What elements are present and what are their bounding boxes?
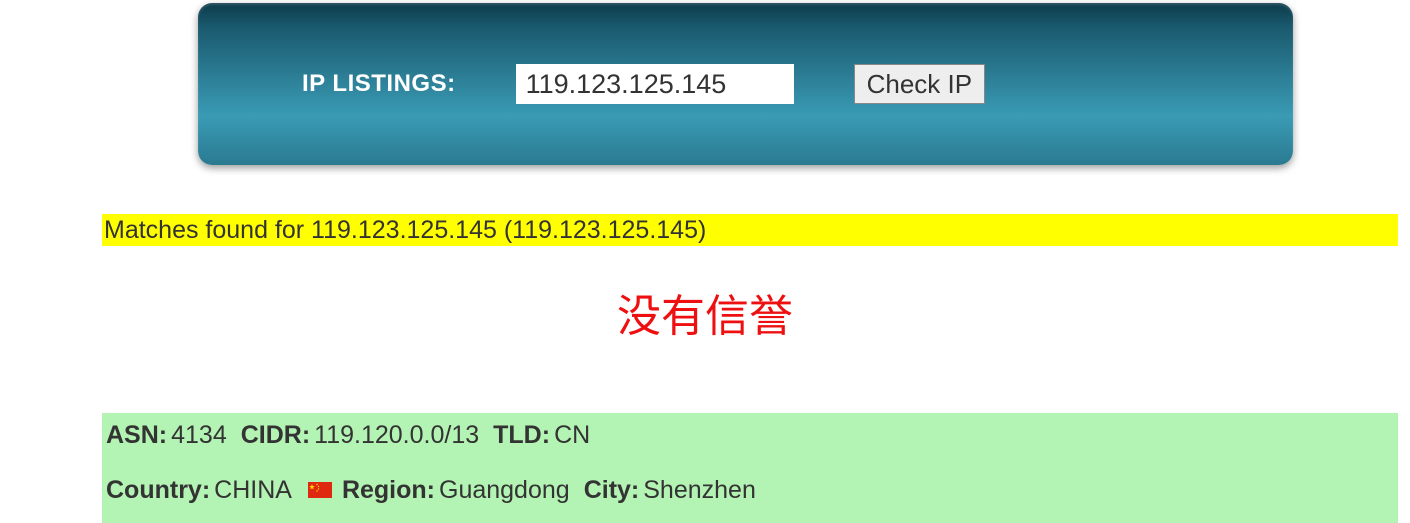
cidr-label: CIDR:	[241, 421, 310, 450]
details-row-location: Country: CHINA Region: Guangdong City: S…	[106, 476, 1394, 505]
ip-listings-label: IP LISTINGS:	[302, 70, 456, 98]
cidr-value: 119.120.0.0/13	[314, 421, 479, 450]
ip-details-panel: ASN: 4134 CIDR: 119.120.0.0/13 TLD: CN C…	[102, 413, 1398, 523]
check-ip-button[interactable]: Check IP	[854, 64, 986, 104]
ip-search-panel: IP LISTINGS: Check IP	[198, 3, 1293, 165]
china-flag-icon	[308, 476, 332, 492]
tld-value: CN	[554, 421, 590, 450]
region-label: Region:	[342, 476, 435, 505]
matches-found-text: Matches found for 119.123.125.145 (119.1…	[102, 214, 1398, 246]
country-label: Country:	[106, 476, 210, 505]
details-row-network: ASN: 4134 CIDR: 119.120.0.0/13 TLD: CN	[106, 421, 1394, 450]
country-value: CHINA	[214, 476, 292, 505]
city-label: City:	[584, 476, 640, 505]
reputation-status: 没有信誉	[0, 280, 1410, 344]
city-value: Shenzhen	[643, 476, 756, 505]
asn-label: ASN:	[106, 421, 167, 450]
asn-value: 4134	[171, 421, 227, 450]
ip-input[interactable]	[516, 64, 794, 104]
region-value: Guangdong	[439, 476, 570, 505]
tld-label: TLD:	[493, 421, 550, 450]
